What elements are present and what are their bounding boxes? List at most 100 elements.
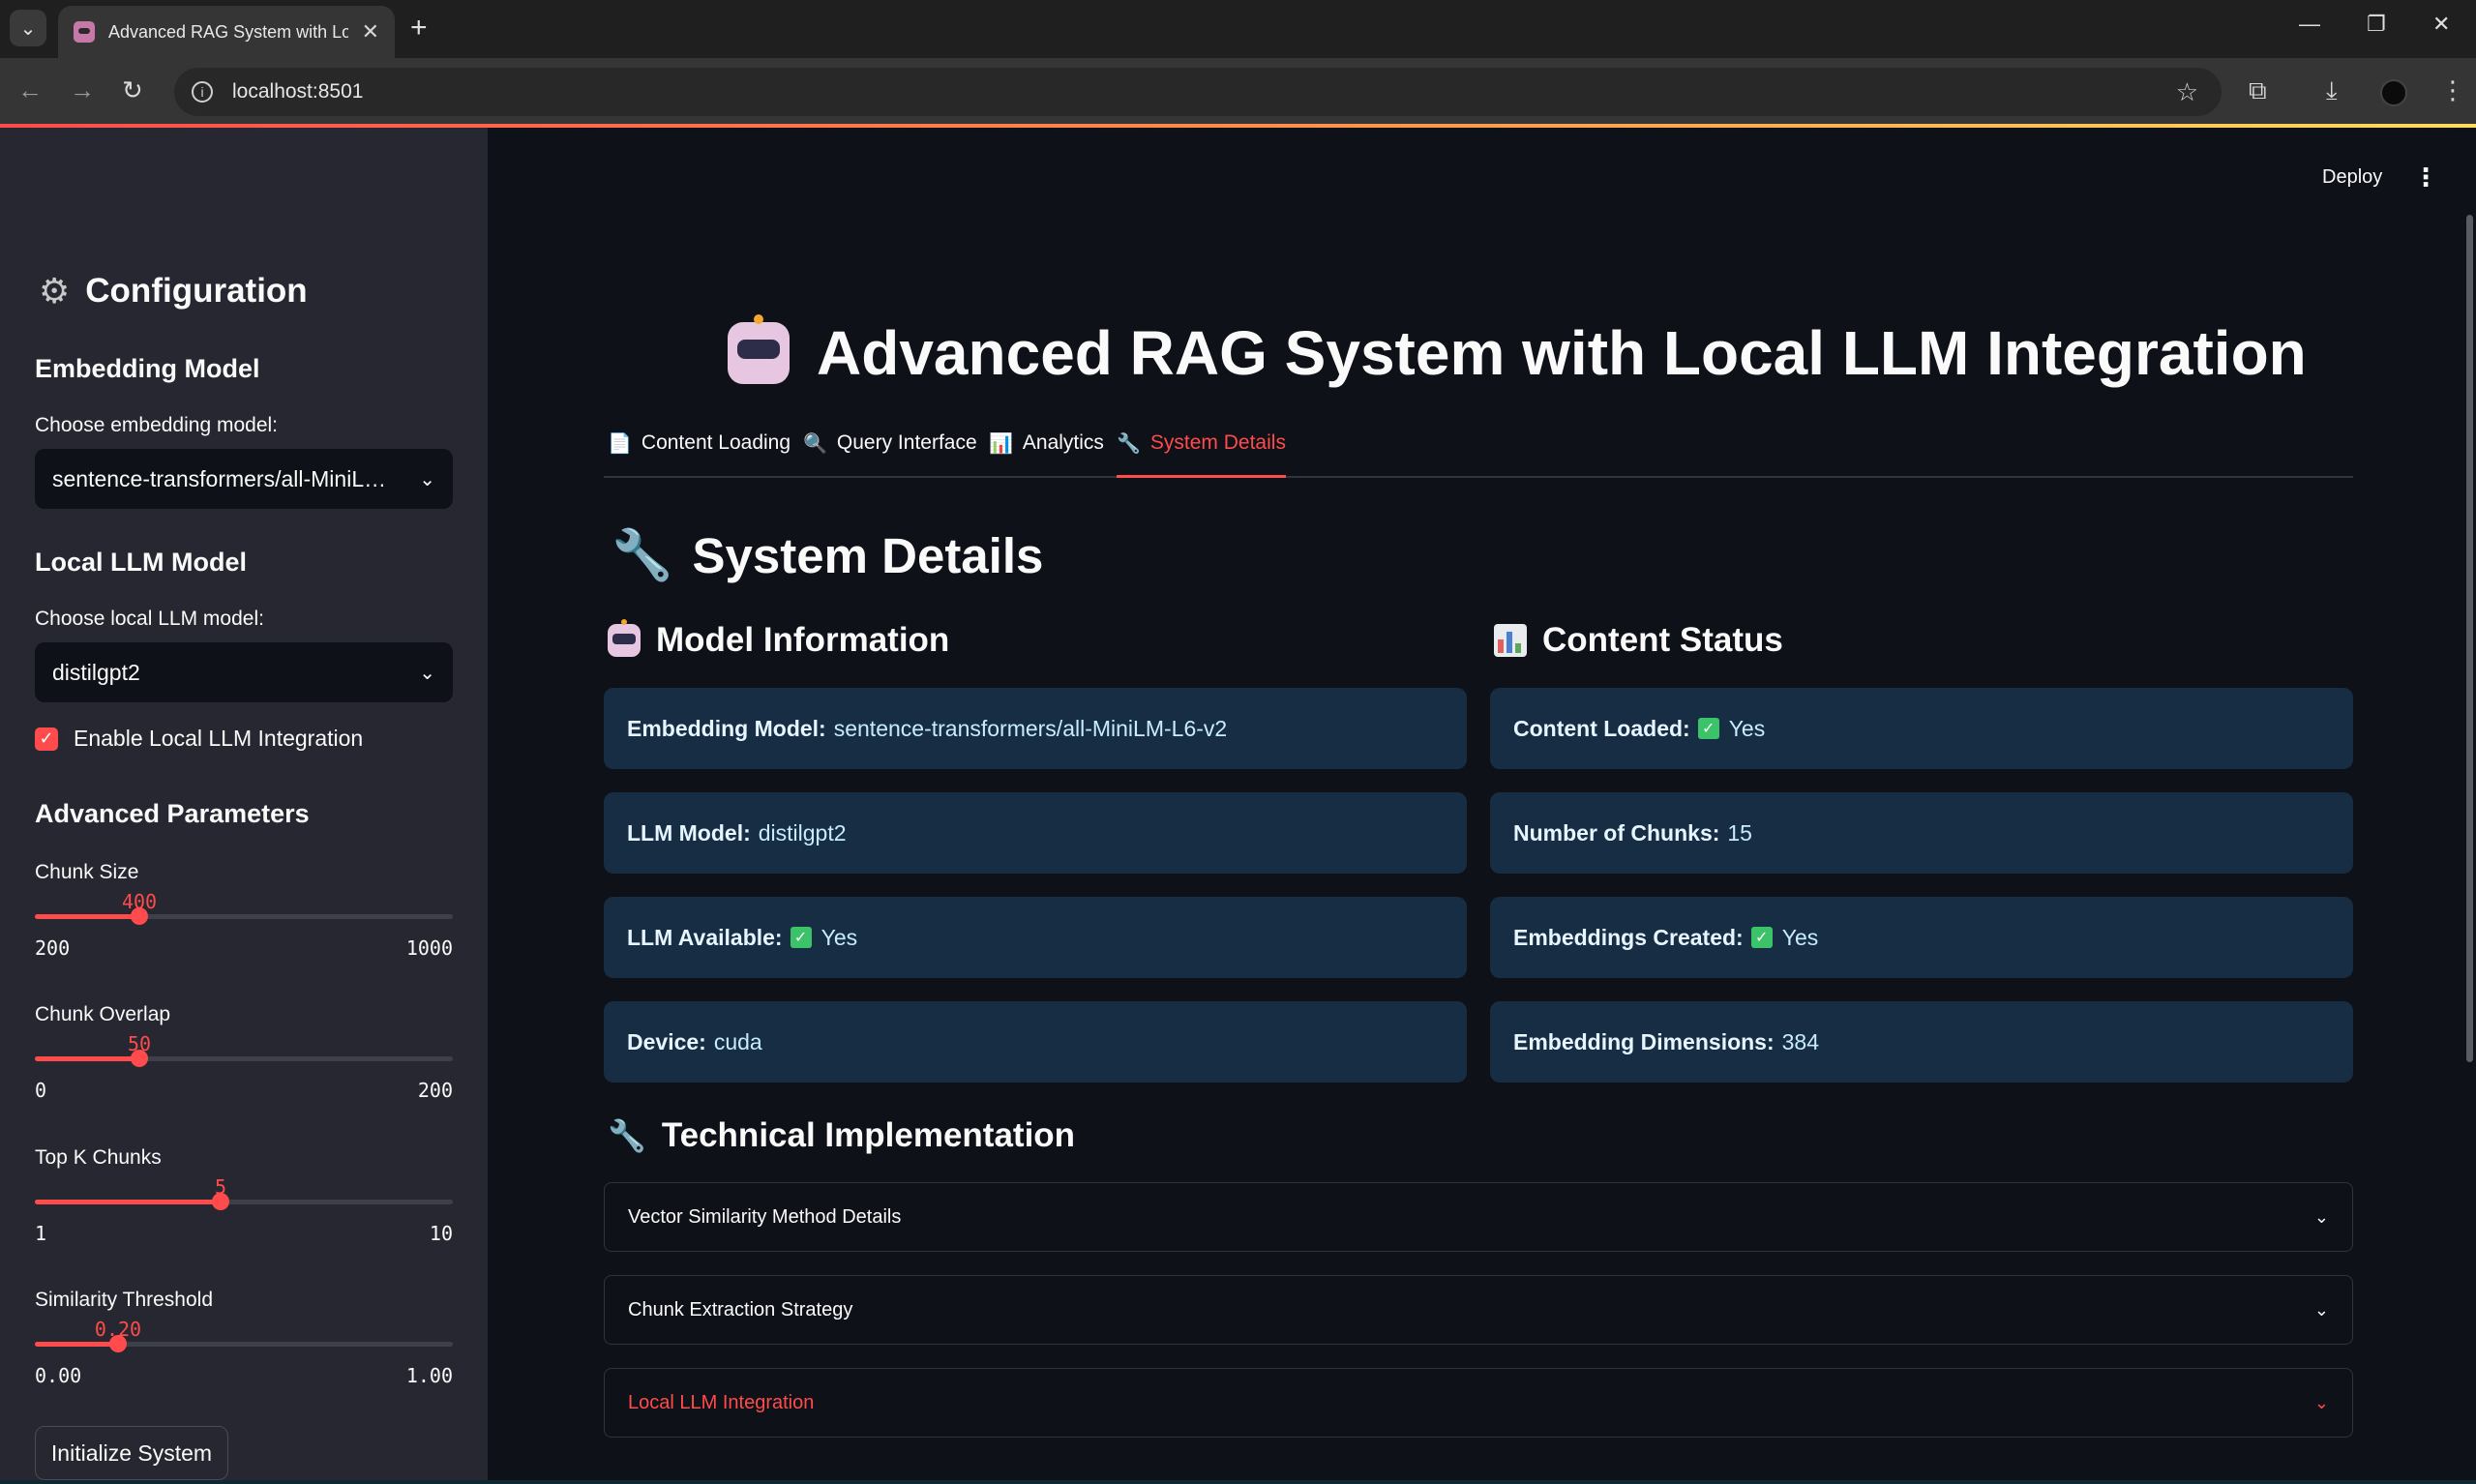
slider-max: 200: [417, 1079, 453, 1102]
embedding-heading: Embedding Model: [35, 354, 260, 383]
chevron-down-icon: ⌄: [2313, 1299, 2329, 1320]
slider-fill: [35, 1342, 118, 1347]
slider-thumb[interactable]: [131, 907, 148, 925]
page-icon: 📄: [608, 433, 632, 455]
slider-thumb[interactable]: [212, 1193, 229, 1210]
wrench-icon: 🔧: [608, 1118, 646, 1153]
new-tab-icon[interactable]: +: [410, 12, 428, 45]
llm-label: Choose local LLM model:: [35, 608, 264, 630]
info-card-number-of-chunks: Number of Chunks: 15: [1490, 792, 2353, 874]
slider-track[interactable]: [35, 907, 453, 925]
top-k-slider[interactable]: Top K Chunks 5 1 10: [35, 1146, 453, 1245]
enable-llm-label: Enable Local LLM Integration: [74, 726, 364, 751]
window-close-icon[interactable]: ✕: [2432, 12, 2450, 37]
embedding-label: Choose embedding model:: [35, 414, 278, 436]
tab-search-button[interactable]: ⌄: [10, 10, 46, 46]
info-card-device: Device: cuda: [604, 1001, 1467, 1083]
magnifier-icon: 🔍: [803, 433, 827, 455]
similarity-threshold-slider[interactable]: Similarity Threshold 0.20 0.00 1.00: [35, 1289, 453, 1387]
expander-vector-similarity[interactable]: Vector Similarity Method Details ⌄: [604, 1182, 2353, 1252]
content-status-heading: Content Status: [1494, 621, 1783, 660]
back-icon[interactable]: ←: [17, 75, 43, 105]
tab-list: 📄 Content Loading 🔍 Query Interface 📊 Analy…: [604, 431, 2353, 478]
info-card-llm-available: LLM Available: ✓ Yes: [604, 897, 1467, 978]
advanced-heading: Advanced Parameters: [35, 799, 310, 828]
chevron-down-icon: ⌄: [2313, 1392, 2329, 1412]
slider-track[interactable]: [35, 1193, 453, 1210]
minimize-icon[interactable]: —: [2299, 12, 2320, 37]
slider-min: 0.00: [35, 1364, 82, 1387]
tab-analytics[interactable]: 📊 Analytics: [989, 431, 1104, 478]
initialize-system-button[interactable]: Initialize System: [35, 1426, 228, 1480]
sidebar-title: ⚙ Configuration: [39, 271, 308, 311]
model-information-heading: Model Information: [608, 619, 949, 660]
slider-thumb[interactable]: [109, 1335, 127, 1352]
slider-fill: [35, 914, 139, 919]
tab-system-details[interactable]: 🔧 System Details: [1117, 431, 1286, 478]
enable-llm-checkbox-row[interactable]: ✓ Enable Local LLM Integration: [35, 726, 363, 752]
chunk-overlap-slider[interactable]: Chunk Overlap 50 0 200: [35, 1003, 453, 1102]
llm-heading: Local LLM Model: [35, 548, 247, 577]
expander-local-llm-integration[interactable]: Local LLM Integration ⌄: [604, 1368, 2353, 1438]
browser-tab[interactable]: Advanced RAG System with Local LLM Integ…: [58, 6, 395, 58]
check-mark-icon: ✓: [1750, 927, 1773, 948]
section-title: 🔧 System Details: [612, 527, 1044, 583]
reload-icon[interactable]: ↻: [122, 75, 143, 105]
tab-query-interface[interactable]: 🔍 Query Interface: [803, 431, 977, 478]
main-menu-icon[interactable]: ⋮: [2413, 163, 2438, 193]
tab-close-icon[interactable]: ✕: [362, 19, 379, 45]
info-card-llm-model: LLM Model: distilgpt2: [604, 792, 1467, 874]
enable-llm-checkbox[interactable]: ✓: [35, 727, 58, 751]
slider-label: Similarity Threshold: [35, 1289, 214, 1311]
wrench-icon: 🔧: [612, 527, 673, 582]
chevron-down-icon: ⌄: [2313, 1206, 2329, 1227]
check-mark-icon: ✓: [1697, 718, 1719, 739]
tab-favicon-icon: [74, 21, 95, 43]
deploy-button[interactable]: Deploy: [2322, 166, 2382, 189]
info-card-embeddings-created: Embeddings Created: ✓ Yes: [1490, 897, 2353, 978]
expander-chunk-extraction[interactable]: Chunk Extraction Strategy ⌄: [604, 1275, 2353, 1345]
chevron-down-icon: ⌄: [419, 468, 435, 490]
slider-thumb[interactable]: [131, 1050, 148, 1067]
gear-icon: ⚙: [39, 271, 71, 311]
slider-max: 10: [429, 1222, 453, 1245]
address-bar[interactable]: i localhost:8501 ☆: [174, 68, 2222, 116]
forward-icon[interactable]: →: [70, 75, 95, 105]
browser-menu-icon[interactable]: ⋮: [2440, 75, 2465, 105]
bottom-edge: [0, 1480, 2476, 1484]
chevron-down-icon: ⌄: [419, 662, 435, 684]
slider-min: 0: [35, 1079, 47, 1102]
info-card-embedding-dimensions: Embedding Dimensions: 384: [1490, 1001, 2353, 1083]
slider-min: 200: [35, 936, 71, 960]
embedding-model-select[interactable]: sentence-transformers/all-MiniLM-L6-v2 ⌄: [35, 449, 453, 509]
slider-fill: [35, 1200, 221, 1204]
slider-fill: [35, 1056, 139, 1061]
slider-max: 1000: [405, 936, 453, 960]
site-info-icon[interactable]: i: [192, 81, 213, 103]
llm-model-value: distilgpt2: [52, 659, 140, 685]
profile-avatar[interactable]: [2380, 79, 2407, 106]
info-card-content-loaded: Content Loaded: ✓ Yes: [1490, 688, 2353, 769]
extensions-icon[interactable]: ⧉: [2249, 75, 2267, 106]
tab-content-loading[interactable]: 📄 Content Loading: [608, 431, 791, 478]
slider-label: Chunk Size: [35, 861, 139, 883]
bookmark-star-icon[interactable]: ☆: [2176, 77, 2198, 107]
robot-icon: [728, 314, 790, 384]
slider-label: Top K Chunks: [35, 1146, 162, 1169]
tab-title: Advanced RAG System with Local LLM Integ…: [108, 21, 348, 42]
embedding-model-value: sentence-transformers/all-MiniLM-L6-v2: [52, 465, 401, 491]
slider-max: 1.00: [405, 1364, 453, 1387]
wrench-icon: 🔧: [1117, 433, 1141, 455]
scrollbar[interactable]: [2466, 215, 2473, 1062]
restore-icon[interactable]: ❐: [2367, 12, 2386, 37]
chunk-size-slider[interactable]: Chunk Size 400 200 1000: [35, 861, 453, 960]
download-icon[interactable]: ⤓: [2326, 75, 2338, 106]
llm-model-select[interactable]: distilgpt2 ⌄: [35, 642, 453, 702]
bar-chart-icon: [1494, 624, 1527, 657]
slider-track[interactable]: [35, 1335, 453, 1352]
info-card-embedding-model: Embedding Model: sentence-transformers/al…: [604, 688, 1467, 769]
page-title: Advanced RAG System with Local LLM Integ…: [728, 314, 2307, 389]
technical-implementation-heading: 🔧 Technical Implementation: [608, 1116, 1076, 1154]
robot-icon: [608, 619, 641, 657]
slider-track[interactable]: [35, 1050, 453, 1067]
